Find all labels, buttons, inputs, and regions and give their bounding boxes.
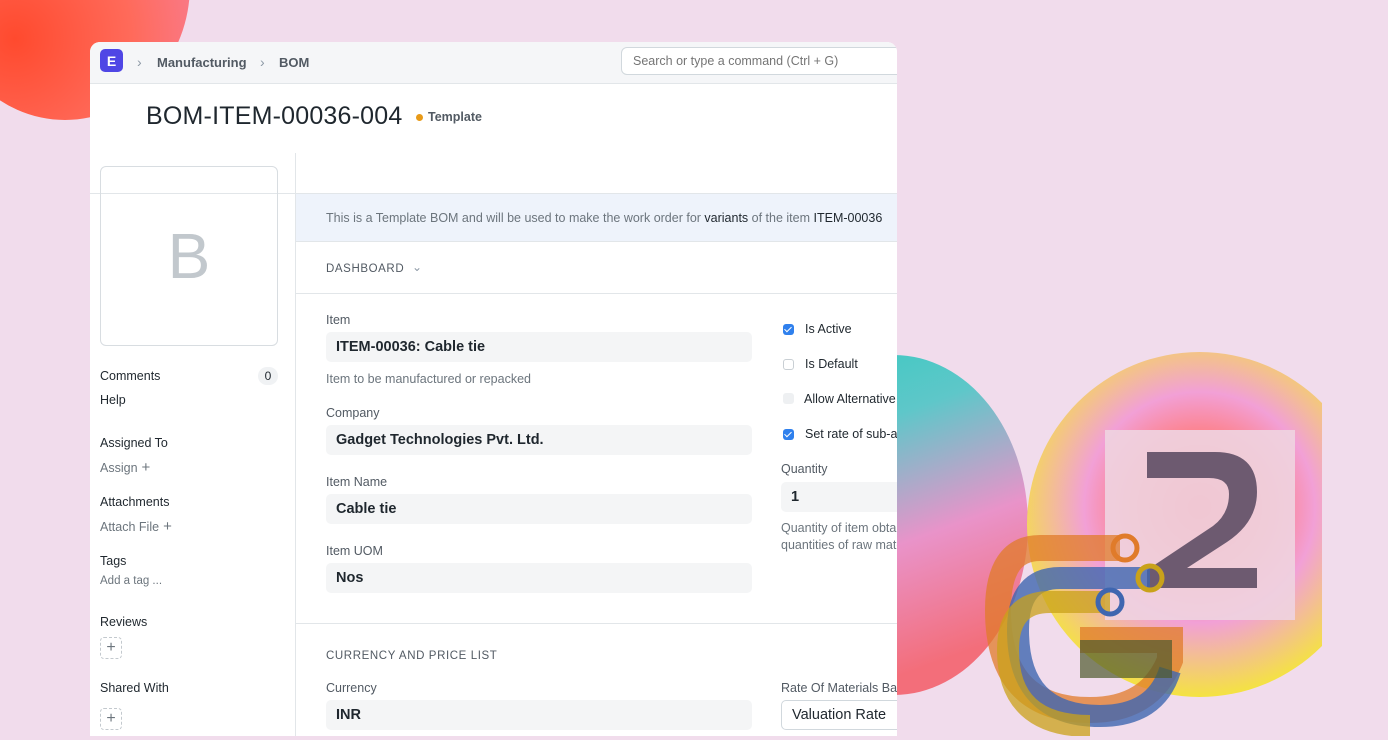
item-uom-label: Item UOM <box>326 544 383 558</box>
banner-text-middle: of the item <box>748 211 814 225</box>
reviews-label: Reviews <box>100 615 148 629</box>
tags-label: Tags <box>100 554 127 568</box>
is-active-checkbox[interactable] <box>783 324 794 335</box>
currency-section-heading[interactable]: CURRENCY AND PRICE LIST <box>326 650 497 662</box>
company-label: Company <box>326 406 380 420</box>
help-link[interactable]: Help <box>100 393 126 407</box>
quantity-label: Quantity <box>781 462 828 476</box>
breadcrumb-manufacturing[interactable]: Manufacturing <box>157 55 247 70</box>
rate-of-materials-select[interactable]: Valuation Rate <box>781 700 897 730</box>
is-default-checkbox[interactable] <box>783 359 794 370</box>
quantity-field[interactable]: 1 <box>781 482 897 512</box>
allow-alternative-item-checkbox[interactable] <box>783 393 794 404</box>
avatar[interactable]: B <box>100 166 278 346</box>
assign-label: Assign <box>100 461 138 475</box>
assign-button[interactable]: Assign + <box>100 459 150 476</box>
item-help-text: Item to be manufactured or repacked <box>326 372 531 386</box>
dashboard-section-toggle[interactable]: DASHBOARD ⌄ <box>296 243 897 294</box>
add-tag-button[interactable]: Add a tag ... <box>100 575 162 587</box>
company-field[interactable]: Gadget Technologies Pvt. Ltd. <box>326 425 752 455</box>
status-indicator-icon <box>416 114 423 121</box>
chevron-right-icon: › <box>137 54 142 70</box>
g2-logo-g-icon <box>984 533 1183 736</box>
breadcrumb-bom[interactable]: BOM <box>279 55 309 70</box>
set-rate-sub-assembly-label: Set rate of sub-assembly item based on B… <box>805 427 897 441</box>
banner-variants-link[interactable]: variants <box>704 211 748 225</box>
search-input[interactable] <box>621 47 897 75</box>
add-share-button[interactable]: + <box>100 708 122 730</box>
chevron-right-icon: › <box>260 54 265 70</box>
plus-icon: + <box>141 459 151 476</box>
shared-with-label: Shared With <box>100 681 169 695</box>
currency-field[interactable]: INR <box>326 700 752 730</box>
is-default-label: Is Default <box>805 357 858 371</box>
status-badge: Template <box>428 110 482 124</box>
is-active-label: Is Active <box>805 322 852 336</box>
dashboard-label: DASHBOARD <box>326 263 405 275</box>
quantity-help-text-1: Quantity of item obtained after manufact… <box>781 521 897 535</box>
item-label: Item <box>326 313 351 327</box>
item-name-label: Item Name <box>326 475 388 489</box>
form-toolbar <box>296 153 897 195</box>
quantity-help-text-2: quantities of raw materials <box>781 538 897 552</box>
item-name-field[interactable]: Cable tie <box>326 494 752 524</box>
app-logo[interactable]: E <box>100 49 123 72</box>
navbar: E › Manufacturing › BOM <box>90 42 897 84</box>
comments-count-badge: 0 <box>258 367 278 385</box>
banner-item-link[interactable]: ITEM-00036 <box>814 211 883 225</box>
set-rate-sub-assembly-checkbox[interactable] <box>783 429 794 440</box>
item-uom-field[interactable]: Nos <box>326 563 752 593</box>
attach-file-button[interactable]: Attach File + <box>100 518 172 535</box>
form-sidebar: B Comments 0 Help Assigned To Assign + At… <box>90 153 296 736</box>
attach-file-label: Attach File <box>100 520 160 534</box>
banner-text: This is a Template BOM and will be used … <box>326 211 705 225</box>
attachments-label: Attachments <box>100 495 170 509</box>
assigned-to-label: Assigned To <box>100 436 168 450</box>
plus-icon: + <box>163 518 172 535</box>
template-info-banner: This is a Template BOM and will be used … <box>296 194 897 242</box>
section-divider <box>296 623 897 624</box>
app-window: E › Manufacturing › BOM BOM-ITEM-00036-0… <box>90 42 897 736</box>
currency-label: Currency <box>326 681 377 695</box>
add-review-button[interactable]: + <box>100 637 122 659</box>
rate-of-materials-label: Rate Of Materials Based On <box>781 681 897 695</box>
page-title: BOM-ITEM-00036-004 <box>146 102 403 130</box>
form-main: This is a Template BOM and will be used … <box>296 153 897 736</box>
item-field[interactable]: ITEM-00036: Cable tie <box>326 332 752 362</box>
chevron-down-icon: ⌄ <box>412 260 423 274</box>
allow-alternative-item-label: Allow Alternative Item <box>804 392 897 406</box>
comments-link[interactable]: Comments <box>100 369 160 383</box>
